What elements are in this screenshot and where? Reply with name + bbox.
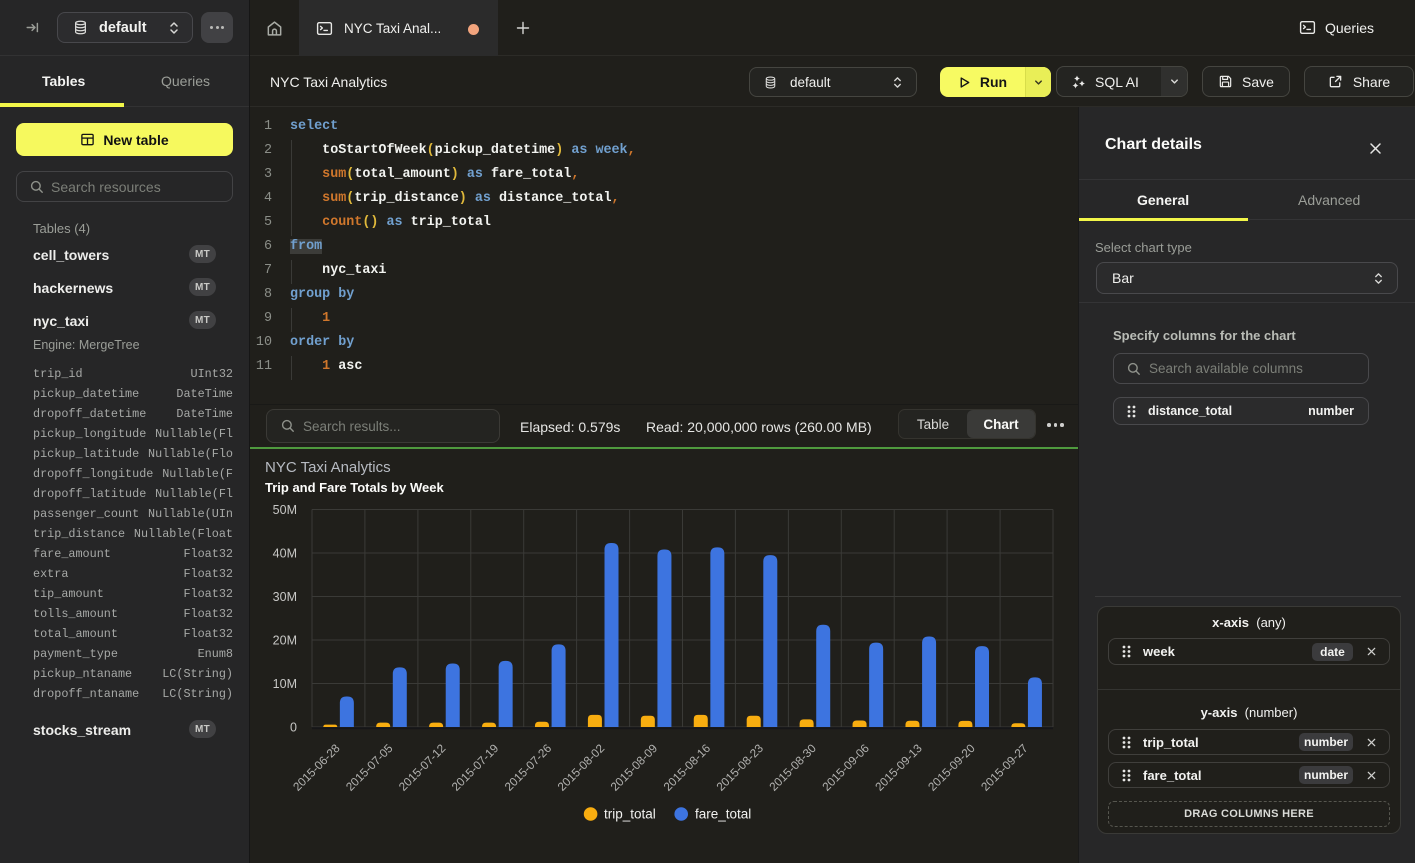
svg-text:30M: 30M	[273, 590, 297, 604]
svg-text:fare_total: fare_total	[695, 807, 751, 822]
svg-text:2015-06-28: 2015-06-28	[290, 741, 343, 794]
svg-text:trip_total: trip_total	[604, 807, 656, 822]
svg-text:2015-08-30: 2015-08-30	[766, 741, 819, 794]
svg-text:2015-07-19: 2015-07-19	[449, 741, 502, 794]
svg-text:40M: 40M	[273, 547, 297, 561]
svg-text:50M: 50M	[273, 503, 297, 517]
svg-text:2015-07-05: 2015-07-05	[343, 741, 396, 794]
svg-text:0: 0	[290, 721, 297, 735]
svg-text:2015-09-20: 2015-09-20	[925, 741, 978, 794]
svg-text:2015-07-12: 2015-07-12	[396, 741, 449, 794]
svg-text:2015-09-13: 2015-09-13	[872, 741, 925, 794]
svg-text:2015-09-27: 2015-09-27	[978, 741, 1031, 794]
svg-text:2015-08-16: 2015-08-16	[661, 741, 714, 794]
svg-text:2015-09-06: 2015-09-06	[819, 741, 872, 794]
svg-text:10M: 10M	[273, 677, 297, 691]
svg-text:2015-08-02: 2015-08-02	[555, 741, 608, 794]
svg-text:2015-08-23: 2015-08-23	[713, 741, 766, 794]
svg-text:20M: 20M	[273, 634, 297, 648]
svg-text:2015-08-09: 2015-08-09	[608, 741, 661, 794]
svg-text:2015-07-26: 2015-07-26	[502, 741, 555, 794]
